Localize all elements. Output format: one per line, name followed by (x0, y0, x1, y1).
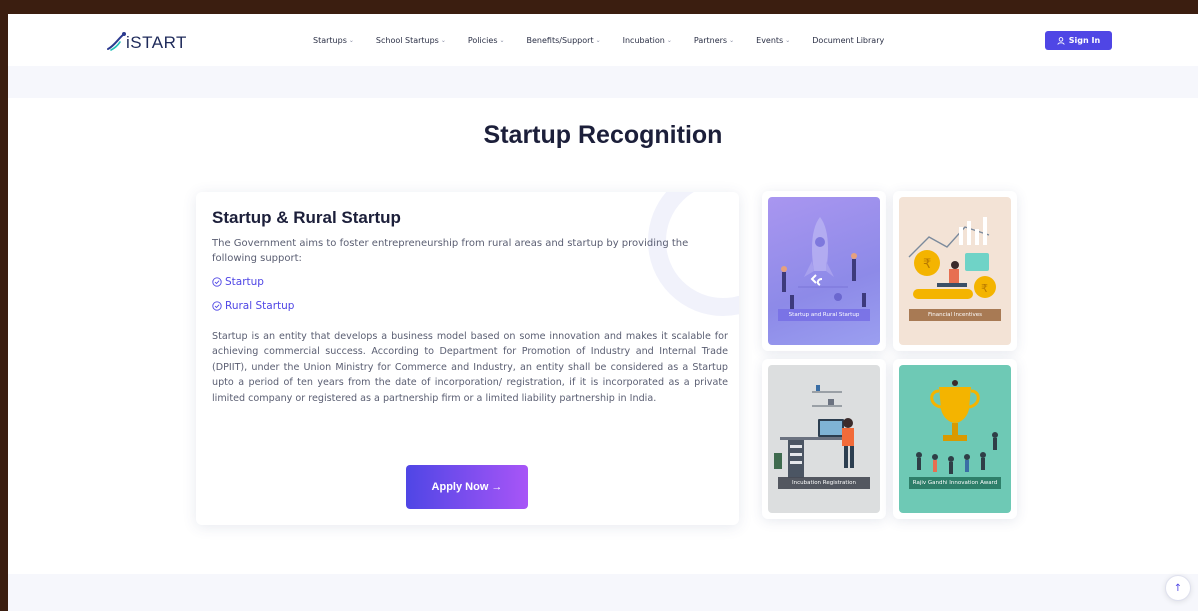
nav-item-policies[interactable]: Policies ⌄ (468, 36, 505, 45)
finance-illustration-icon: ₹ ₹ (908, 217, 996, 299)
top-navbar: iSTART Startups ⌄ School Startups ⌄ Polici… (8, 14, 1198, 66)
page: iSTART Startups ⌄ School Startups ⌄ Polici… (8, 14, 1198, 611)
chevron-down-icon: ⌄ (729, 36, 735, 44)
nav-item-partners[interactable]: Partners ⌄ (694, 36, 734, 45)
nav-item-startups[interactable]: Startups ⌄ (313, 36, 354, 45)
nav-item-label: Policies (467, 35, 498, 45)
card-intro: The Government aims to foster entreprene… (212, 238, 689, 264)
main-menu: Startups ⌄ School Startups ⌄ Policies ⌄ Ben… (313, 14, 906, 66)
nav-item-label: Startups (313, 35, 347, 45)
sign-in-label: Sign In (1068, 36, 1101, 45)
rural-startup-link[interactable]: Rural Startup (212, 300, 294, 312)
trophy-illustration-icon (916, 380, 998, 474)
sign-in-button[interactable]: Sign In (1045, 31, 1112, 50)
tile-label: Financial Incentives (909, 309, 1001, 321)
nav-item-label: Document Library (812, 35, 885, 45)
nav-item-events[interactable]: Events ⌄ (756, 36, 790, 45)
nav-item-benefits-support[interactable]: Benefits/Support ⌄ (527, 36, 601, 45)
info-card: Startup & Rural Startup The Government a… (196, 192, 739, 525)
check-circle-icon (212, 277, 222, 287)
chevron-down-icon: ⌄ (666, 36, 672, 44)
tile-label: Startup and Rural Startup (778, 309, 870, 321)
nav-item-label: Benefits/Support (526, 35, 594, 45)
footer-band (8, 574, 1198, 611)
header-band (8, 66, 1198, 98)
apply-now-button[interactable]: Apply Now → (406, 465, 528, 509)
chevron-down-icon: ⌄ (595, 36, 601, 44)
chevron-down-icon: ⌄ (499, 36, 505, 44)
nav-item-label: Events (756, 35, 784, 45)
scroll-to-top-button[interactable]: ↑ (1165, 575, 1191, 601)
tile-label: Incubation Registration (778, 477, 870, 489)
tile-label: Rajiv Gandhi Innovation Award (909, 477, 1001, 489)
check-circle-icon (212, 301, 222, 311)
tile-startup-rural[interactable]: Startup and Rural Startup (762, 191, 886, 351)
brand-name: iSTART (126, 33, 187, 52)
brand-logo[interactable]: iSTART (106, 26, 187, 52)
rocket-illustration-icon (781, 217, 866, 309)
nav-item-label: Incubation (622, 35, 665, 45)
nav-item-school-startups[interactable]: School Startups ⌄ (376, 36, 446, 45)
tile-innovation-award[interactable]: Rajiv Gandhi Innovation Award (893, 359, 1017, 519)
card-title: Startup & Rural Startup (212, 208, 401, 227)
chevron-down-icon: ⌄ (348, 36, 354, 44)
card-body-text: Startup is an entity that develops a bus… (212, 331, 728, 404)
nav-item-label: Partners (693, 35, 728, 45)
startup-link[interactable]: Startup (212, 276, 264, 288)
tile-image: ₹ ₹ Financial Incentives (899, 197, 1011, 345)
tile-financial-incentives[interactable]: ₹ ₹ Financial Incentives (893, 191, 1017, 351)
tile-image: Incubation Registration (768, 365, 880, 513)
startup-link-label: Startup (225, 276, 264, 288)
svg-text:₹: ₹ (981, 282, 988, 295)
logo-swoosh-icon (107, 32, 126, 51)
rural-startup-link-label: Rural Startup (225, 300, 295, 312)
nav-item-incubation[interactable]: Incubation ⌄ (623, 36, 672, 45)
nav-item-document-library[interactable]: Document Library (812, 36, 884, 45)
chevron-down-icon: ⌄ (440, 36, 446, 44)
tile-image: Rajiv Gandhi Innovation Award (899, 365, 1011, 513)
tile-image: Startup and Rural Startup (768, 197, 880, 345)
tile-incubation-registration[interactable]: Incubation Registration (762, 359, 886, 519)
svg-text:₹: ₹ (923, 257, 931, 272)
page-title: Startup Recognition (483, 121, 723, 149)
user-icon (1057, 36, 1065, 45)
chevron-down-icon: ⌄ (785, 36, 791, 44)
nav-item-label: School Startups (375, 35, 439, 45)
arrow-up-icon: ↑ (1173, 582, 1183, 594)
desk-illustration-icon (774, 385, 854, 478)
